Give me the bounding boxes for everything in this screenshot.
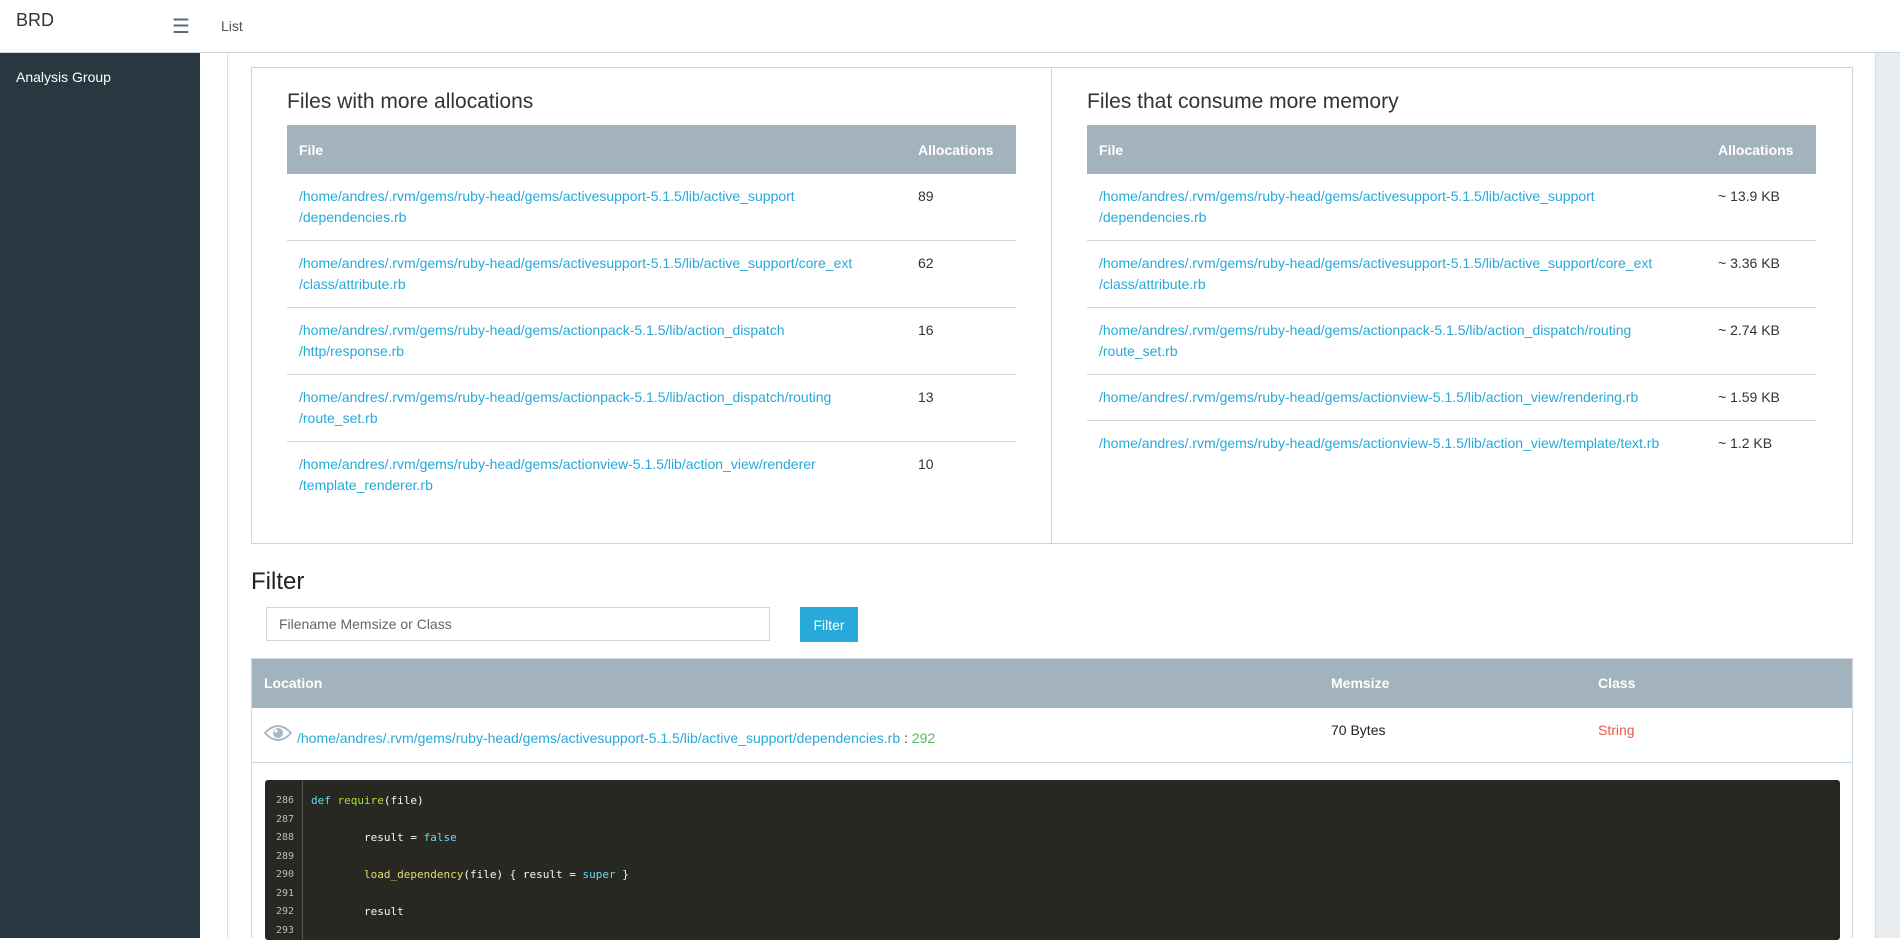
- column-header-class: Class: [1598, 675, 1636, 691]
- allocations-panel-title: Files with more allocations: [287, 90, 534, 113]
- file-link[interactable]: /home/andres/.rvm/gems/ruby-head/gems/ac…: [1099, 435, 1659, 451]
- sidebar-item-analysis-group[interactable]: Analysis Group: [16, 69, 111, 85]
- table-row: /home/andres/.rvm/gems/ruby-head/gems/ac…: [1087, 240, 1816, 308]
- code-line-number: 287: [276, 813, 295, 825]
- results-table: Location Memsize Class /home/andres/.rvm…: [251, 658, 1853, 940]
- code-line-number: 286: [276, 795, 295, 806]
- allocation-count: 10: [918, 456, 934, 472]
- file-link[interactable]: /home/andres/.rvm/gems/ruby-head/gems/ac…: [299, 456, 816, 493]
- memory-panel-title: Files that consume more memory: [1087, 90, 1399, 113]
- allocations-panel: Files with more allocations File Allocat…: [251, 67, 1052, 544]
- allocation-count: 13: [906, 374, 1016, 442]
- file-link[interactable]: /home/andres/.rvm/gems/ruby-head/gems/ac…: [299, 188, 795, 225]
- file-link[interactable]: /home/andres/.rvm/gems/ruby-head/gems/ac…: [299, 255, 852, 292]
- result-memsize: 70 Bytes: [1331, 722, 1386, 738]
- code-line-number: 292: [276, 906, 295, 917]
- sidebar: Analysis Group: [0, 53, 200, 938]
- brand-logo[interactable]: BRD: [16, 10, 54, 31]
- code-line: 286 def require(file): [265, 792, 1840, 810]
- code-line-number: 289: [276, 850, 295, 862]
- memory-panel: Files that consume more memory File Allo…: [1051, 67, 1853, 544]
- column-header-allocations: Allocations: [906, 125, 1016, 174]
- memory-table: File Allocations /home/andres/.rvm/gems/…: [1087, 125, 1816, 466]
- code-line-text: load_dependency(file) { result = super }: [363, 868, 629, 881]
- memory-size: ~ 3.36 KB: [1706, 240, 1816, 308]
- column-header-location: Location: [264, 675, 323, 691]
- filter-title: Filter: [251, 568, 305, 595]
- column-header-allocations: Allocations: [1706, 125, 1816, 174]
- code-line-text: result: [311, 905, 404, 918]
- code-line: 288 result = false: [265, 829, 1840, 847]
- top-navbar: BRD ☰ List: [0, 0, 1900, 53]
- content-gutter-left: [200, 53, 228, 938]
- allocation-count: 89: [906, 174, 1016, 241]
- table-row: /home/andres/.rvm/gems/ruby-head/gems/ac…: [1087, 421, 1816, 467]
- column-header-file: File: [1087, 125, 1706, 174]
- code-line: 292 result: [265, 903, 1840, 921]
- filter-button[interactable]: Filter: [800, 607, 858, 642]
- result-file-link[interactable]: /home/andres/.rvm/gems/ruby-head/gems/ac…: [297, 730, 900, 746]
- nav-link-list[interactable]: List: [221, 18, 243, 34]
- code-line-number: 293: [276, 924, 295, 936]
- table-row: /home/andres/.rvm/gems/ruby-head/gems/ac…: [1087, 174, 1816, 241]
- allocation-count: 16: [906, 307, 1016, 375]
- code-line-text: result = false: [311, 831, 457, 844]
- result-location: /home/andres/.rvm/gems/ruby-head/gems/ac…: [297, 730, 935, 746]
- file-link[interactable]: /home/andres/.rvm/gems/ruby-head/gems/ac…: [1099, 188, 1595, 225]
- results-header-row: Location Memsize Class: [252, 659, 1852, 708]
- page-scrollbar[interactable]: [1875, 53, 1900, 938]
- code-line: 287: [265, 811, 1840, 829]
- memory-size: ~ 13.9 KB: [1706, 174, 1816, 241]
- code-line: 289: [265, 848, 1840, 866]
- code-line-number: 288: [276, 832, 295, 843]
- file-link[interactable]: /home/andres/.rvm/gems/ruby-head/gems/ac…: [1099, 389, 1638, 405]
- table-row: /home/andres/.rvm/gems/ruby-head/gems/ac…: [287, 174, 1016, 241]
- code-snippet: 286 def require(file) 287 288 result = fals…: [265, 780, 1840, 940]
- eye-icon[interactable]: [264, 723, 292, 743]
- table-row: /home/andres/.rvm/gems/ruby-head/gems/ac…: [287, 442, 1016, 509]
- file-link[interactable]: /home/andres/.rvm/gems/ruby-head/gems/ac…: [1099, 322, 1631, 359]
- memory-size: ~ 1.2 KB: [1718, 435, 1773, 451]
- table-row: /home/andres/.rvm/gems/ruby-head/gems/ac…: [1087, 307, 1816, 375]
- code-line: 290 load_dependency(file) { result = sup…: [265, 866, 1840, 884]
- file-link[interactable]: /home/andres/.rvm/gems/ruby-head/gems/ac…: [299, 389, 831, 426]
- allocation-count: 62: [906, 240, 1016, 308]
- location-separator: :: [900, 730, 912, 746]
- result-line-number: 292: [911, 730, 936, 746]
- table-row: /home/andres/.rvm/gems/ruby-head/gems/ac…: [252, 708, 1852, 763]
- code-line-number: 290: [276, 869, 295, 880]
- hamburger-menu-icon[interactable]: ☰: [172, 14, 190, 39]
- file-link[interactable]: /home/andres/.rvm/gems/ruby-head/gems/ac…: [299, 322, 785, 359]
- table-row: /home/andres/.rvm/gems/ruby-head/gems/ac…: [287, 240, 1016, 308]
- code-line-text: def require(file): [311, 794, 424, 807]
- allocations-table: File Allocations /home/andres/.rvm/gems/…: [287, 125, 1016, 508]
- filter-input[interactable]: [266, 607, 770, 641]
- code-line: 291: [265, 885, 1840, 903]
- memory-size: ~ 2.74 KB: [1706, 307, 1816, 375]
- result-class: String: [1598, 722, 1635, 738]
- memory-size: ~ 1.59 KB: [1706, 374, 1816, 421]
- code-line-number: 291: [276, 887, 295, 899]
- column-header-memsize: Memsize: [1331, 675, 1390, 691]
- table-row: /home/andres/.rvm/gems/ruby-head/gems/ac…: [287, 374, 1016, 442]
- table-row: /home/andres/.rvm/gems/ruby-head/gems/ac…: [287, 307, 1016, 375]
- file-link[interactable]: /home/andres/.rvm/gems/ruby-head/gems/ac…: [1099, 255, 1652, 292]
- code-line: 293: [265, 922, 1840, 940]
- column-header-file: File: [287, 125, 906, 174]
- table-row: /home/andres/.rvm/gems/ruby-head/gems/ac…: [1087, 374, 1816, 421]
